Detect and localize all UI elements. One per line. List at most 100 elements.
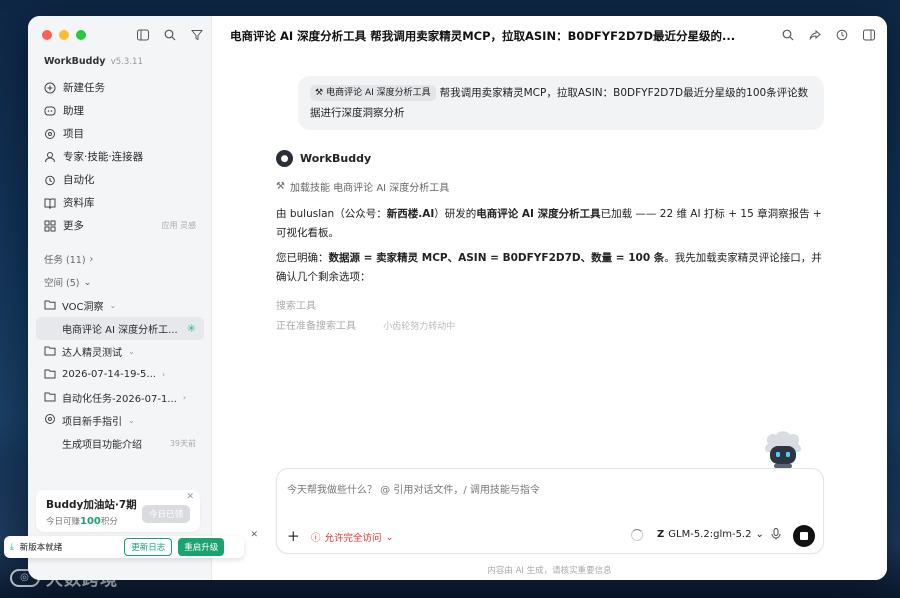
filter-icon[interactable] [190, 28, 203, 41]
changelog-button[interactable]: 更新日志 [124, 538, 173, 556]
chevron-right-icon: › [89, 253, 94, 265]
tree-label: 达人精灵测试 [62, 348, 122, 359]
text-run: 由 buluslan（公众号： [276, 208, 387, 220]
assistant-header: ● WorkBuddy [276, 150, 371, 167]
tree-folder-voc[interactable]: VOC洞察 ⌄ [36, 294, 204, 317]
loading-spinner-icon [631, 529, 643, 541]
close-icon[interactable]: ✕ [186, 492, 194, 502]
conversation-title: 电商评论 AI 深度分析工具 帮我调用卖家精灵MCP，拉取ASIN：B0DFYF… [230, 29, 736, 43]
space-tree: VOC洞察 ⌄ 电商评论 AI 深度分析工... ✳ 达人精灵测试 ⌄ 2026… [36, 294, 204, 455]
app-window: WorkBuddy v5.3.11 新建任务 助理 项目 专家·技能·连接器 自… [28, 16, 887, 580]
expert-icon [44, 151, 56, 163]
tree-folder-date[interactable]: 2026-07-14-19-5... › [36, 363, 204, 386]
grid-icon [44, 220, 56, 232]
tree-task-ecommerce-analysis[interactable]: 电商评论 AI 深度分析工... ✳ [36, 317, 204, 340]
promo-points: 100 [80, 516, 101, 527]
permission-dropdown[interactable]: ⓘ 允许完全访问 ⌄ [311, 530, 394, 545]
promo-sub-suffix: 积分 [100, 517, 118, 527]
sidebar-nav: 新建任务 助理 项目 专家·技能·连接器 自动化 资料库 更多 应用 灵感 [36, 76, 204, 237]
user-message: ⚒ 电商评论 AI 深度分析工具 帮我调用卖家精灵MCP，拉取ASIN：B0DF… [298, 76, 824, 130]
text-bold: 电商评论 AI 深度分析工具 [476, 208, 601, 220]
nav-automation[interactable]: 自动化 [36, 168, 204, 191]
tool-preparing: 正在准备搜索工具 小齿轮努力转动中 [276, 317, 455, 332]
chevron-down-icon: ⌄ [128, 347, 135, 356]
plus-circle-icon [44, 82, 56, 94]
nav-more[interactable]: 更多 应用 灵感 [36, 214, 204, 237]
chevron-down-icon: ⌄ [128, 416, 135, 425]
tree-label: 电商评论 AI 深度分析工... [62, 325, 178, 336]
nav-label: 专家·技能·连接器 [63, 151, 144, 163]
message-input[interactable]: 今天帮我做些什么？ @ 引用对话文件，/ 调用技能与指令 [287, 481, 540, 496]
chevron-right-icon: › [161, 370, 166, 379]
brand: WorkBuddy v5.3.11 [44, 56, 143, 67]
text-bold: 数据源 = 卖家精灵 MCP、ASIN = B0DFYF2D7D、数量 = 10… [328, 252, 665, 264]
chevron-down-icon: ⌄ [755, 529, 764, 540]
search-icon[interactable] [781, 28, 794, 41]
tree-label: VOC洞察 [62, 302, 104, 313]
text-bold: 新西楼.AI [386, 208, 435, 220]
app-version: v5.3.11 [110, 57, 143, 67]
nav-new-task[interactable]: 新建任务 [36, 76, 204, 99]
stop-generation-button[interactable] [793, 525, 815, 547]
message-composer: 今天帮我做些什么？ @ 引用对话文件，/ 调用技能与指令 + ⓘ 允许完全访问 … [276, 468, 824, 554]
nav-label: 新建任务 [63, 82, 105, 94]
chevron-right-icon: › [182, 393, 187, 402]
restart-upgrade-button[interactable]: 重启升级 [178, 538, 225, 556]
sidebar-toggle-icon[interactable] [136, 28, 149, 41]
search-icon[interactable] [163, 28, 176, 41]
history-icon[interactable] [835, 28, 848, 41]
promo-card[interactable]: Buddy加油站·7期 今日可赚100积分 今日已领 ✕ [36, 490, 200, 532]
update-text: 新版本就绪 [19, 543, 63, 553]
assistant-name: WorkBuddy [300, 152, 372, 165]
skill-icon: ⚒ [315, 88, 324, 98]
model-selector[interactable]: Z GLM-5.2:glm-5.2 ⌄ [657, 529, 764, 540]
nav-more-extra: 应用 灵感 [161, 221, 196, 230]
assistant-avatar: ● [276, 150, 293, 167]
promo-sub-prefix: 今日可赚 [46, 517, 81, 527]
nav-label: 资料库 [63, 197, 95, 209]
folder-icon [44, 299, 56, 313]
running-spinner-icon: ✳ [186, 322, 196, 335]
skill-chip[interactable]: ⚒ 电商评论 AI 深度分析工具 [310, 85, 436, 101]
maximize-window-button[interactable] [76, 30, 86, 40]
main-panel: 电商评论 AI 深度分析工具 帮我调用卖家精灵MCP，拉取ASIN：B0DFYF… [212, 16, 887, 580]
tree-task-intro[interactable]: 生成项目功能介绍 39天前 [36, 432, 204, 455]
assistant-paragraph-1: 由 buluslan（公众号：新西楼.AI）研发的电商评论 AI 深度分析工具已… [276, 205, 826, 243]
panel-toggle-icon[interactable] [862, 28, 875, 41]
update-banner: ⤓ 新版本就绪 更新日志 重启升级 ✕ [4, 530, 258, 558]
spaces-section-header[interactable]: 空间 (5) ⌄ [44, 275, 91, 290]
minimize-window-button[interactable] [59, 30, 69, 40]
model-logo-icon: Z [657, 529, 665, 540]
nav-label: 自动化 [63, 174, 95, 186]
nav-label: 更多 [63, 220, 84, 232]
tree-folder-daren[interactable]: 达人精灵测试 ⌄ [36, 340, 204, 363]
nav-experts[interactable]: 专家·技能·连接器 [36, 145, 204, 168]
tool-preparing-text: 正在准备搜索工具 [276, 321, 356, 332]
microphone-icon[interactable] [771, 528, 781, 543]
library-icon [44, 197, 56, 209]
share-icon[interactable] [808, 28, 821, 41]
skill-chip-label: 电商评论 AI 深度分析工具 [326, 88, 431, 98]
nav-library[interactable]: 资料库 [36, 191, 204, 214]
tasks-section-header[interactable]: 任务 (11) › [44, 252, 94, 267]
nav-assistant[interactable]: 助理 [36, 99, 204, 122]
promo-claimed-button[interactable]: 今日已领 [141, 505, 190, 523]
tree-label: 项目新手指引 [62, 417, 122, 428]
spaces-label: 空间 (5) [44, 278, 80, 289]
tree-label: 2026-07-14-19-5... [62, 369, 156, 380]
download-icon: ⤓ [10, 542, 14, 552]
tree-project-guide[interactable]: 项目新手指引 ⌄ [36, 409, 204, 432]
brand-name: WorkBuddy [44, 56, 106, 67]
skill-loaded-line[interactable]: ⚒ 加载技能 电商评论 AI 深度分析工具 [276, 179, 449, 194]
skill-loaded-text: 加载技能 电商评论 AI 深度分析工具 [289, 183, 450, 194]
nav-project[interactable]: 项目 [36, 122, 204, 145]
close-icon[interactable]: ✕ [250, 530, 258, 540]
add-attachment-button[interactable]: + [287, 527, 300, 545]
ai-disclaimer: 内容由 AI 生成，请核实重要信息 [487, 566, 612, 576]
nav-label: 助理 [63, 105, 84, 117]
close-window-button[interactable] [42, 30, 52, 40]
tasks-label: 任务 (11) [44, 255, 86, 266]
guide-icon [44, 413, 56, 428]
tree-folder-automation[interactable]: 自动化任务-2026-07-1... › [36, 386, 204, 409]
sidebar-toolbar [136, 28, 203, 41]
